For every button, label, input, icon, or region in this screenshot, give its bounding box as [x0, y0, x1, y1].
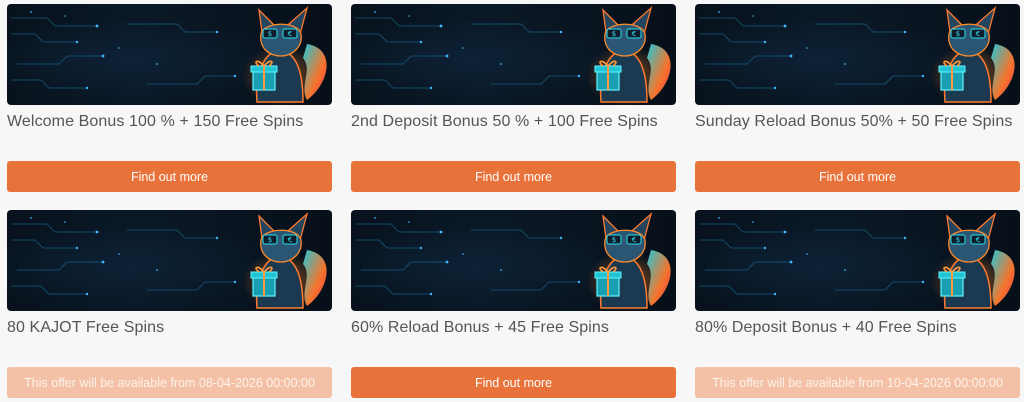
offer-banner-image: $ € — [351, 210, 676, 311]
offer-unavailable-notice: This offer will be available from 10-04-… — [695, 367, 1020, 398]
offer-card: $ € 60% Reload Bonus + 45 Free Spins Fin… — [351, 210, 676, 398]
svg-text:$: $ — [956, 236, 960, 244]
offer-card: $ € Welcome Bonus 100 % + 150 Free Spins… — [7, 4, 332, 192]
svg-text:€: € — [632, 30, 636, 38]
offer-title: 2nd Deposit Bonus 50 % + 100 Free Spins — [351, 113, 658, 130]
offers-grid: $ € Welcome Bonus 100 % + 150 Free Spins… — [0, 0, 1024, 402]
offer-card: $ € 80% Deposit Bonus + 40 Free Spins Th… — [695, 210, 1020, 398]
offer-card: $ € 80 KAJOT Free Spins This offer will … — [7, 210, 332, 398]
svg-text:$: $ — [956, 30, 960, 38]
find-out-more-button[interactable]: Find out more — [351, 367, 676, 398]
svg-text:€: € — [288, 236, 292, 244]
offer-banner-image: $ € — [351, 4, 676, 105]
offer-title: Welcome Bonus 100 % + 150 Free Spins — [7, 113, 304, 130]
svg-text:€: € — [976, 236, 980, 244]
svg-text:$: $ — [612, 236, 616, 244]
svg-text:€: € — [632, 236, 636, 244]
svg-text:€: € — [288, 30, 292, 38]
svg-text:$: $ — [268, 236, 272, 244]
offer-banner-image: $ € — [695, 4, 1020, 105]
offer-card: $ € 2nd Deposit Bonus 50 % + 100 Free Sp… — [351, 4, 676, 192]
svg-text:$: $ — [612, 30, 616, 38]
offer-title: 60% Reload Bonus + 45 Free Spins — [351, 319, 610, 336]
find-out-more-button[interactable]: Find out more — [351, 161, 676, 192]
offer-title: 80 KAJOT Free Spins — [7, 319, 165, 336]
offer-banner-image: $ € — [7, 210, 332, 311]
offer-unavailable-notice: This offer will be available from 08-04-… — [7, 367, 332, 398]
svg-text:€: € — [976, 30, 980, 38]
offer-title: Sunday Reload Bonus 50% + 50 Free Spins — [695, 113, 1013, 130]
offer-title: 80% Deposit Bonus + 40 Free Spins — [695, 319, 957, 336]
offer-card: $ € Sunday Reload Bonus 50% + 50 Free Sp… — [695, 4, 1020, 192]
find-out-more-button[interactable]: Find out more — [7, 161, 332, 192]
find-out-more-button[interactable]: Find out more — [695, 161, 1020, 192]
offer-banner-image: $ € — [695, 210, 1020, 311]
offer-banner-image: $ € — [7, 4, 332, 105]
svg-text:$: $ — [268, 30, 272, 38]
